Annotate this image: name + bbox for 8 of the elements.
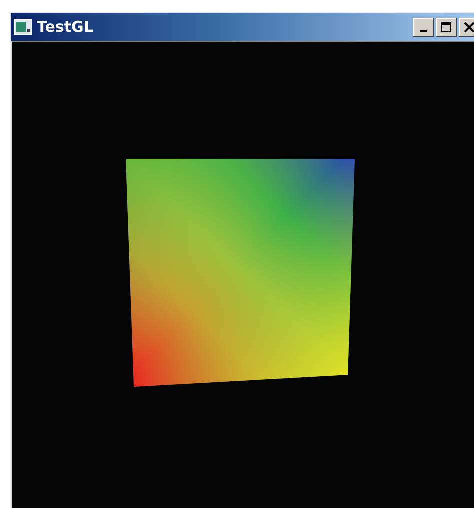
close-button[interactable] <box>459 18 474 36</box>
window-title: TestGL <box>37 18 94 36</box>
close-icon <box>464 22 474 32</box>
minimize-icon <box>420 30 427 32</box>
app-icon <box>14 19 32 35</box>
maximize-button[interactable] <box>436 18 457 36</box>
minimize-button[interactable] <box>413 18 434 36</box>
maximize-icon <box>441 22 452 32</box>
